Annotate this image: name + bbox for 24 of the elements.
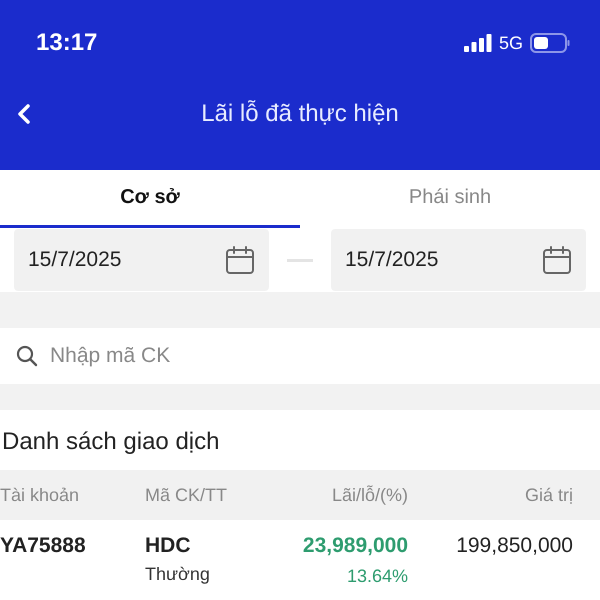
signal-icon: [464, 34, 492, 52]
column-header: Giá trị: [524, 484, 573, 506]
column-header: Tài khoản: [0, 484, 80, 506]
section-title: Danh sách giao dịch: [1, 427, 220, 457]
back-icon[interactable]: [16, 103, 32, 125]
account-cell-text: YA75888: [0, 534, 87, 558]
profit-amount: 23,989,000: [302, 534, 408, 558]
date-field[interactable]: 15/7/2025: [14, 229, 269, 291]
calendar-icon: [542, 245, 572, 275]
column-header: Mã CK/TT: [145, 484, 228, 506]
value-cell: 199,850,000: [456, 534, 573, 558]
battery-icon: [530, 33, 570, 53]
network-label: 5G: [498, 32, 523, 54]
calendar-icon: [225, 245, 255, 275]
column-header: Lãi/lỗ/(%): [330, 484, 408, 506]
search-field[interactable]: Nhập mã CK: [48, 343, 352, 369]
tab[interactable]: Phái sinh: [300, 170, 600, 228]
order-type: Thường: [145, 564, 211, 585]
search-icon: [16, 345, 38, 367]
date-field[interactable]: 15/7/2025: [331, 229, 586, 291]
symbol-cell-text: HDC: [145, 534, 192, 558]
status-time: 13:17: [36, 29, 98, 57]
profit-percent: 13.64%: [346, 566, 408, 587]
page-title: Lãi lỗ đã thực hiện: [201, 100, 399, 128]
